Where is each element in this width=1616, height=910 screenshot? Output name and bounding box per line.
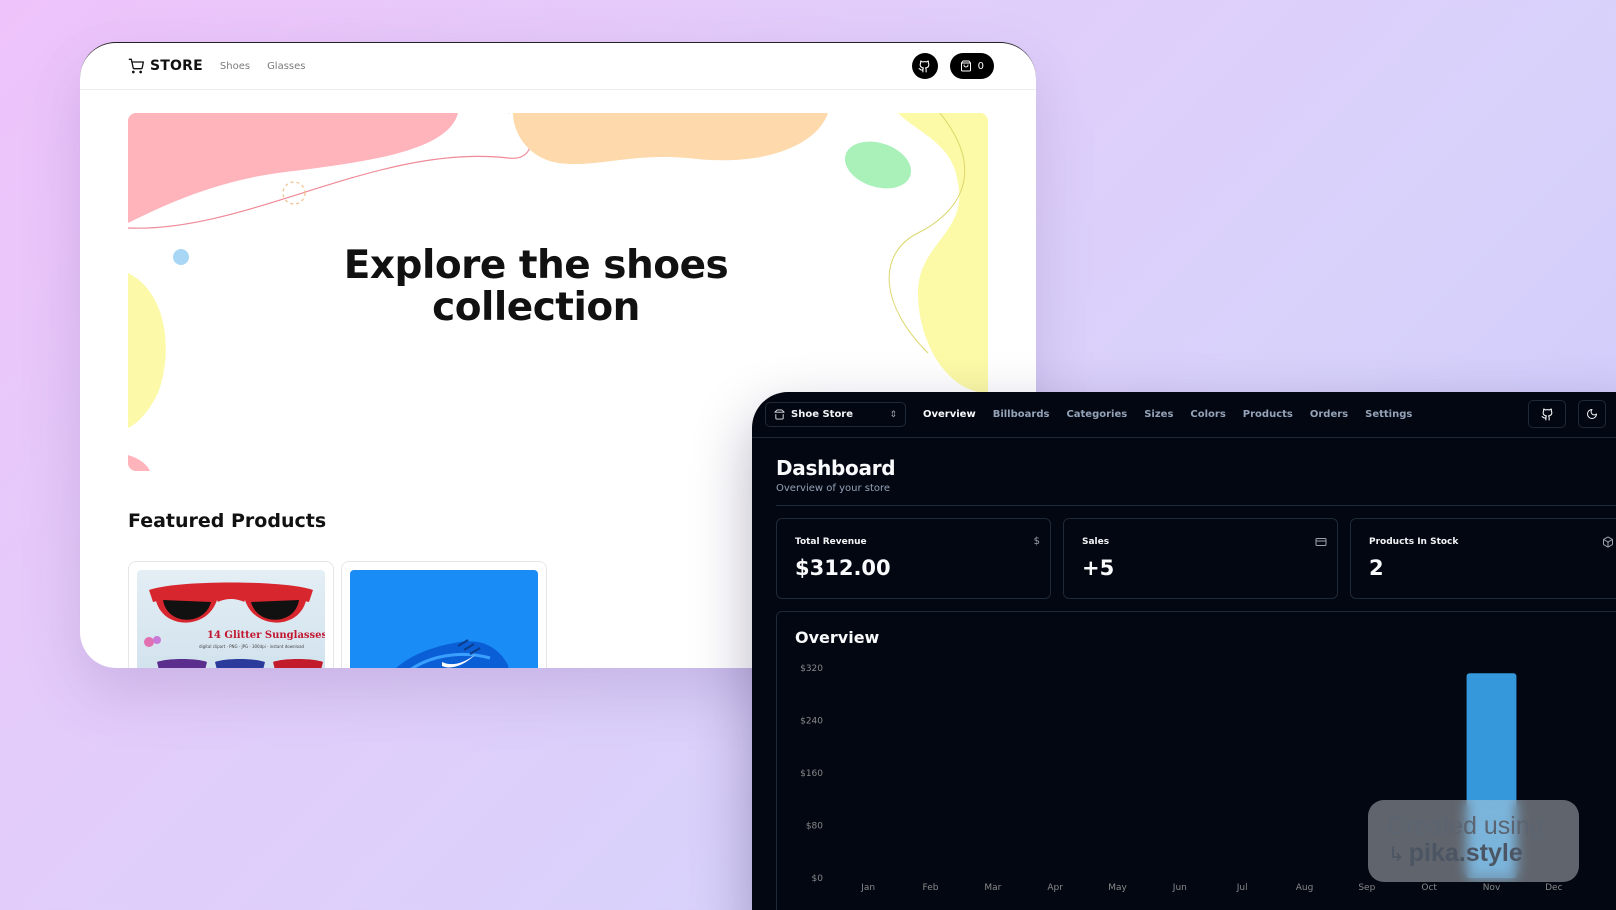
theme-toggle-button[interactable]: [1578, 400, 1606, 428]
product-caption: 14 Glitter Sunglasses: [207, 630, 325, 641]
cart-button[interactable]: 0: [949, 53, 994, 79]
dash-nav-overview[interactable]: Overview: [923, 409, 976, 420]
dash-nav-sizes[interactable]: Sizes: [1144, 409, 1173, 420]
sneaker-illustration: [396, 639, 509, 668]
credit-card-icon: [1315, 538, 1327, 546]
x-tick-label: Feb: [923, 883, 939, 893]
product-card[interactable]: 14 Glitter Sunglasses digital clipart · …: [128, 561, 334, 668]
moon-icon: [1587, 409, 1597, 419]
stat-value: $312.00: [795, 556, 891, 580]
x-tick-label: Apr: [1047, 883, 1063, 893]
stat-label: Sales: [1082, 537, 1110, 547]
sneaker-image: [350, 570, 538, 668]
store-brand-label: STORE: [150, 58, 203, 74]
x-tick-label: Jan: [860, 883, 875, 893]
featured-products-heading: Featured Products: [128, 510, 327, 532]
dash-nav-settings[interactable]: Settings: [1365, 409, 1412, 420]
hero-title-line2: collection: [432, 285, 640, 330]
x-tick-label: Nov: [1483, 883, 1501, 893]
y-tick-label: $0: [812, 874, 824, 884]
dash-nav-billboards[interactable]: Billboards: [993, 409, 1050, 420]
y-tick-label: $320: [800, 664, 823, 674]
github-button[interactable]: [911, 53, 938, 79]
corner-arrow-icon: ↳: [1388, 844, 1405, 866]
page-title: Dashboard: [776, 456, 896, 480]
y-tick-label: $80: [806, 822, 823, 832]
github-icon: [918, 60, 930, 72]
y-tick-label: $240: [800, 717, 823, 727]
watermark-line2: ↳ pika.style: [1388, 839, 1559, 868]
dash-nav-colors[interactable]: Colors: [1190, 409, 1225, 420]
dashboard-navbar: Shoe Store ⇕ Overview Billboards Categor…: [752, 392, 1616, 438]
x-tick-label: Aug: [1296, 883, 1314, 893]
product-subcaption: digital clipart · PNG · JPG · 300dpi · i…: [199, 644, 305, 649]
page-subtitle: Overview of your store: [776, 483, 891, 494]
watermark-line1: Created using: [1388, 812, 1544, 840]
dollar-icon: $: [1033, 536, 1040, 547]
stat-value: +5: [1082, 556, 1115, 580]
package-icon: [1603, 536, 1613, 548]
x-tick-label: Jun: [1172, 883, 1187, 893]
hero-title: Explore the shoes collection: [128, 245, 944, 329]
sunglasses-illustration: [144, 582, 323, 668]
x-tick-label: Sep: [1358, 883, 1375, 893]
hero-title-line1: Explore the shoes: [343, 243, 729, 288]
dash-nav-categories[interactable]: Categories: [1066, 409, 1127, 420]
chevrons-up-down-icon: ⇕: [889, 409, 897, 420]
stat-label: Total Revenue: [795, 537, 867, 547]
store-switcher-label: Shoe Store: [791, 409, 854, 420]
sunglasses-image: 14 Glitter Sunglasses digital clipart · …: [137, 570, 325, 668]
stat-card-sales: Sales +5: [1063, 518, 1338, 599]
x-tick-label: Mar: [984, 883, 1001, 893]
product-card[interactable]: [341, 561, 547, 668]
shopping-cart-icon: [128, 58, 144, 74]
dash-nav-products[interactable]: Products: [1243, 409, 1293, 420]
x-tick-label: Dec: [1545, 883, 1562, 893]
github-icon: [1541, 408, 1552, 420]
stat-label: Products In Stock: [1369, 537, 1459, 547]
store-switcher[interactable]: Shoe Store ⇕: [765, 402, 906, 427]
y-tick-label: $160: [800, 769, 823, 779]
dash-nav-orders[interactable]: Orders: [1310, 409, 1348, 420]
x-tick-label: May: [1108, 883, 1127, 893]
x-tick-label: Oct: [1421, 883, 1437, 893]
stat-value: 2: [1369, 556, 1384, 580]
nav-link-shoes[interactable]: Shoes: [220, 61, 250, 72]
store-icon: [774, 409, 785, 420]
x-tick-label: Jul: [1236, 883, 1248, 893]
shopping-bag-icon: [960, 60, 971, 72]
store-brand[interactable]: STORE: [128, 58, 203, 74]
pika-watermark: Created using ↳ pika.style: [1368, 800, 1579, 882]
cart-count: 0: [977, 60, 984, 72]
nav-link-glasses[interactable]: Glasses: [267, 61, 305, 72]
watermark-brand: pika.style: [1408, 839, 1523, 867]
dash-github-button[interactable]: [1528, 400, 1566, 428]
divider: [776, 505, 1616, 506]
stat-card-total-revenue: Total Revenue $312.00 $: [776, 518, 1051, 599]
store-navbar: STORE Shoes Glasses 0: [80, 43, 1036, 90]
stat-card-products-in-stock: Products In Stock 2: [1350, 518, 1616, 599]
